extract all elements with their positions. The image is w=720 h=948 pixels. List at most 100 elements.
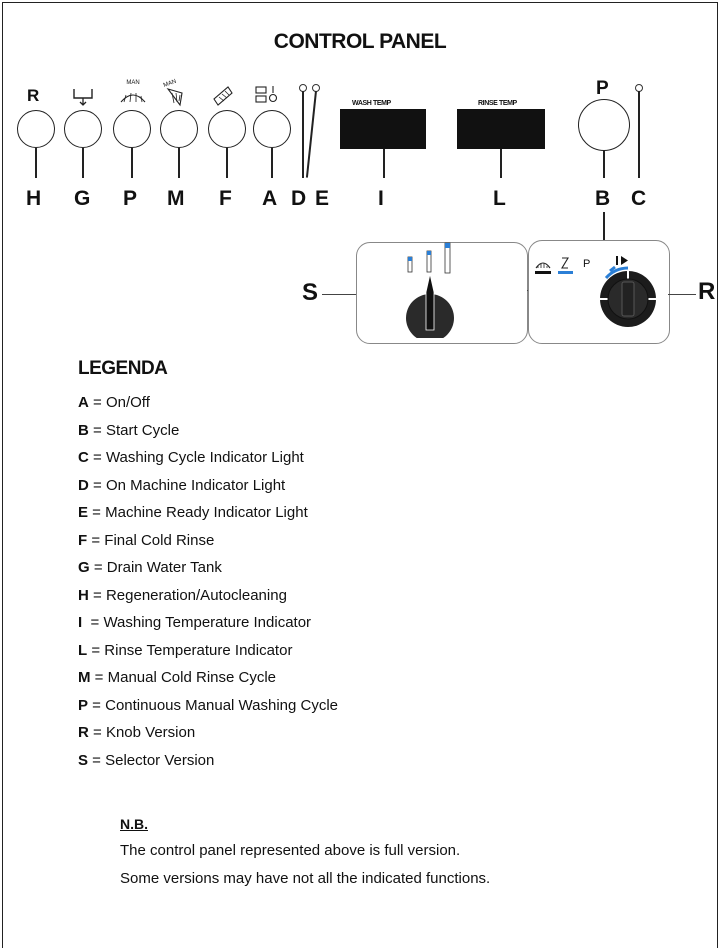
- legend-description: Drain Water Tank: [106, 559, 222, 576]
- legend-separator: =: [90, 669, 108, 686]
- regeneration-button[interactable]: [17, 110, 55, 148]
- legend-key: B: [78, 421, 89, 439]
- legend-item: H = Regeneration/Autocleaning: [78, 586, 338, 614]
- stem-m: [178, 148, 180, 178]
- legend-separator: =: [88, 724, 106, 741]
- legend-key: E: [78, 504, 89, 521]
- legend-key: A: [78, 394, 89, 411]
- letter-g: G: [74, 187, 91, 210]
- legend-key: D: [78, 476, 89, 494]
- selector-version-letter: S: [302, 279, 319, 306]
- final-cold-rinse-button[interactable]: [208, 110, 246, 148]
- legend-description: Final Cold Rinse: [104, 531, 215, 549]
- legend-key: P: [78, 696, 89, 714]
- legend-item: M = Manual Cold Rinse Cycle: [78, 668, 338, 696]
- legend-separator: =: [88, 586, 106, 604]
- legend-separator: =: [88, 421, 106, 439]
- note-title: N.B.: [120, 816, 148, 832]
- legend-separator: =: [88, 504, 106, 521]
- stem-d: [302, 91, 304, 178]
- label-start-top: P: [596, 78, 609, 99]
- letter-b: B: [595, 187, 611, 210]
- manual-wash-button[interactable]: [113, 110, 151, 148]
- legend-item: L = Rinse Temperature Indicator: [78, 641, 338, 669]
- on-off-button[interactable]: [253, 110, 291, 148]
- legend-item: P = Continuous Manual Washing Cycle: [78, 696, 338, 724]
- letter-h: H: [26, 187, 42, 210]
- legend-separator: =: [89, 559, 107, 576]
- legend-description: Start Cycle: [105, 421, 180, 439]
- legend-key: C: [78, 449, 89, 466]
- legend-separator: =: [87, 641, 105, 659]
- legend-description: Washing Cycle Indicator Light: [105, 449, 304, 466]
- letter-e: E: [315, 187, 330, 210]
- start-cycle-button[interactable]: [578, 99, 630, 151]
- legend-key: M: [78, 669, 91, 686]
- drain-button[interactable]: [64, 110, 102, 148]
- legend-description: Continuous Manual Washing Cycle: [105, 696, 339, 714]
- rinse-temp-label: RINSE TEMP: [478, 100, 517, 107]
- legend-description: Machine Ready Indicator Light: [105, 504, 308, 521]
- legend-description: Regeneration/Autocleaning: [105, 586, 287, 604]
- legend-description: On/Off: [105, 394, 150, 411]
- legend-item: A = On/Off: [78, 393, 338, 421]
- letter-l: L: [493, 187, 506, 210]
- stem-h: [35, 148, 37, 178]
- selector-knob[interactable]: [400, 248, 460, 338]
- wash-temp-label: WASH TEMP: [352, 100, 391, 107]
- legend-separator: =: [88, 751, 106, 769]
- legend-key: S: [78, 751, 89, 769]
- letter-i: I: [378, 187, 384, 210]
- knob-leader-line: [668, 294, 696, 296]
- manual-cold-rinse-button[interactable]: [160, 110, 198, 148]
- legend-key: F: [78, 531, 88, 549]
- legend-list: A = On/Off B = Start Cycle C = Washing Cyc…: [78, 393, 338, 778]
- legend-item: S = Selector Version: [78, 751, 338, 779]
- knob-dial[interactable]: [588, 254, 668, 334]
- stem-g: [82, 148, 84, 178]
- legend-item: I = Washing Temperature Indicator: [78, 613, 338, 641]
- manual-cold-rinse-icon: [166, 88, 183, 107]
- stem-l: [500, 148, 502, 178]
- legend-description: Rinse Temperature Indicator: [104, 641, 293, 659]
- legend-description: Manual Cold Rinse Cycle: [107, 669, 277, 686]
- legend-item: E = Machine Ready Indicator Light: [78, 503, 338, 531]
- legend-item: F = Final Cold Rinse: [78, 531, 338, 559]
- selector-leader-line: [322, 294, 356, 296]
- stem-b: [603, 150, 605, 178]
- letter-a: A: [262, 187, 278, 210]
- legend-separator: =: [88, 449, 106, 466]
- label-regeneration-top: R: [27, 86, 40, 105]
- stem-f: [226, 148, 228, 178]
- legend-separator: =: [82, 614, 104, 631]
- legend-item: G = Drain Water Tank: [78, 558, 338, 586]
- knob-version-letter: R: [698, 278, 716, 305]
- note-line-2: Some versions may have not all the indic…: [120, 870, 491, 887]
- letter-c: C: [631, 187, 647, 210]
- note-line-1: The control panel represented above is f…: [120, 842, 461, 859]
- manual-wash-icon: [120, 92, 146, 103]
- on-off-icon: [255, 86, 278, 103]
- legend-item: D = On Machine Indicator Light: [78, 476, 338, 504]
- legend-key: G: [78, 559, 90, 576]
- stem-a: [271, 148, 273, 178]
- manual-wash-text: MAN: [126, 80, 140, 86]
- legend-key: L: [78, 641, 88, 659]
- letter-f: F: [219, 187, 232, 210]
- legend-separator: =: [87, 531, 105, 549]
- final-cold-rinse-icon: [213, 86, 233, 106]
- legend-item: B = Start Cycle: [78, 421, 338, 449]
- stem-b-to-knob: [603, 212, 605, 240]
- drain-icon: [73, 89, 93, 106]
- legend-description: On Machine Indicator Light: [105, 476, 286, 494]
- legend-key: H: [78, 586, 89, 604]
- stem-c: [638, 91, 640, 178]
- letter-d: D: [291, 187, 307, 210]
- legend-item: R = Knob Version: [78, 723, 338, 751]
- legend-title: LEGENDA: [78, 358, 168, 379]
- rinse-temp-display: [457, 109, 545, 149]
- legend-description: Selector Version: [105, 751, 215, 769]
- legend-separator: =: [88, 394, 106, 411]
- letter-m: M: [167, 187, 185, 210]
- legend-separator: =: [88, 696, 106, 714]
